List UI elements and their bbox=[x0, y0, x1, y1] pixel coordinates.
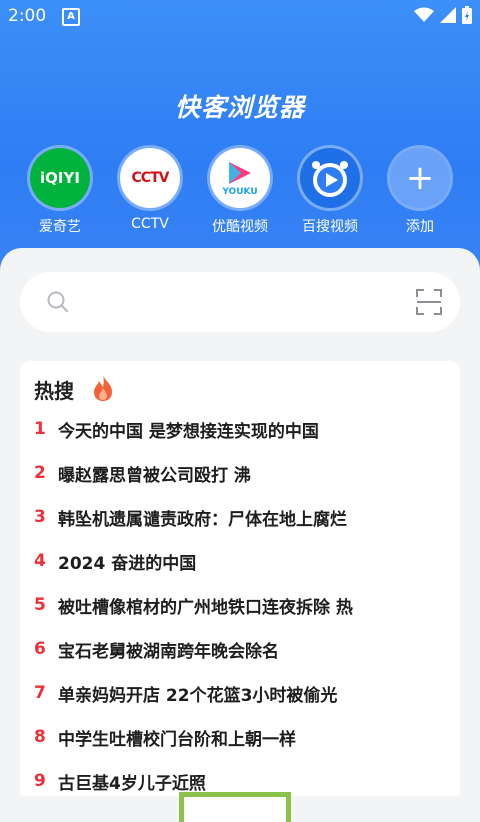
hot-item[interactable]: 1 今天的中国 是梦想接连实现的中国 bbox=[34, 414, 319, 444]
hot-item[interactable]: 2 曝赵露思曾被公司殴打 沸 bbox=[34, 458, 251, 488]
shortcut-label: 添加 bbox=[406, 219, 434, 235]
hot-item[interactable]: 3 韩坠机遗属谴责政府：尸体在地上腐烂 bbox=[34, 502, 347, 532]
baisou-play-icon bbox=[312, 161, 348, 197]
hot-search-title: 热搜 bbox=[34, 379, 74, 403]
hot-item[interactable]: 7 单亲妈妈开店 22个花篮3小时被偷光 bbox=[34, 678, 337, 708]
youku-icon: YOUKU bbox=[210, 148, 270, 208]
hot-item[interactable]: 8 中学生吐槽校门台阶和上朝一样 bbox=[34, 722, 296, 752]
search-icon bbox=[47, 291, 68, 312]
shortcut-cctv[interactable]: CCTV CCTV bbox=[105, 148, 195, 232]
shortcut-iqiyi[interactable]: iQIYI 爱奇艺 bbox=[15, 148, 105, 236]
shortcut-label: 爱奇艺 bbox=[39, 219, 81, 235]
bottom-tab-indicator[interactable] bbox=[179, 792, 291, 822]
cctv-icon: CCTV bbox=[120, 148, 180, 208]
hot-item[interactable]: 6 宝石老舅被湖南跨年晚会除名 bbox=[34, 634, 279, 664]
iqiyi-icon: iQIYI bbox=[30, 148, 90, 208]
signal-icon bbox=[440, 7, 456, 23]
app-title: 快客浏览器 bbox=[174, 93, 305, 122]
hot-search-card: 热搜 1 今天的中国 是梦想接连实现的中国 2 曝赵露思曾被公司殴打 沸 3 韩… bbox=[20, 361, 460, 801]
notification-icon: A bbox=[62, 8, 80, 26]
shortcut-youku[interactable]: YOUKU 优酷视频 bbox=[195, 148, 285, 236]
hot-item[interactable]: 4 2024 奋进的中国 bbox=[34, 546, 196, 576]
add-icon: + bbox=[390, 148, 450, 208]
shortcut-label: 百搜视频 bbox=[302, 219, 358, 235]
wifi-icon bbox=[414, 7, 434, 22]
baisou-icon bbox=[300, 148, 360, 208]
shortcut-label: CCTV bbox=[131, 216, 169, 232]
status-bar: 2:00 A bbox=[0, 0, 480, 32]
battery-icon bbox=[462, 6, 472, 24]
youku-play-icon bbox=[229, 162, 251, 184]
search-input[interactable] bbox=[20, 272, 460, 332]
shortcut-row: iQIYI 爱奇艺 CCTV CCTV YOUKU 优酷视频 百搜视频 + 添加 bbox=[0, 148, 480, 238]
shortcut-label: 优酷视频 bbox=[212, 219, 268, 235]
fire-icon bbox=[94, 375, 112, 401]
status-icons bbox=[414, 6, 472, 24]
scan-icon[interactable] bbox=[416, 289, 442, 315]
shortcut-add[interactable]: + 添加 bbox=[375, 148, 465, 236]
shortcut-baisou[interactable]: 百搜视频 bbox=[285, 148, 375, 236]
status-time: 2:00 bbox=[8, 6, 47, 26]
hot-item[interactable]: 5 被吐槽像棺材的广州地铁口连夜拆除 热 bbox=[34, 590, 353, 620]
